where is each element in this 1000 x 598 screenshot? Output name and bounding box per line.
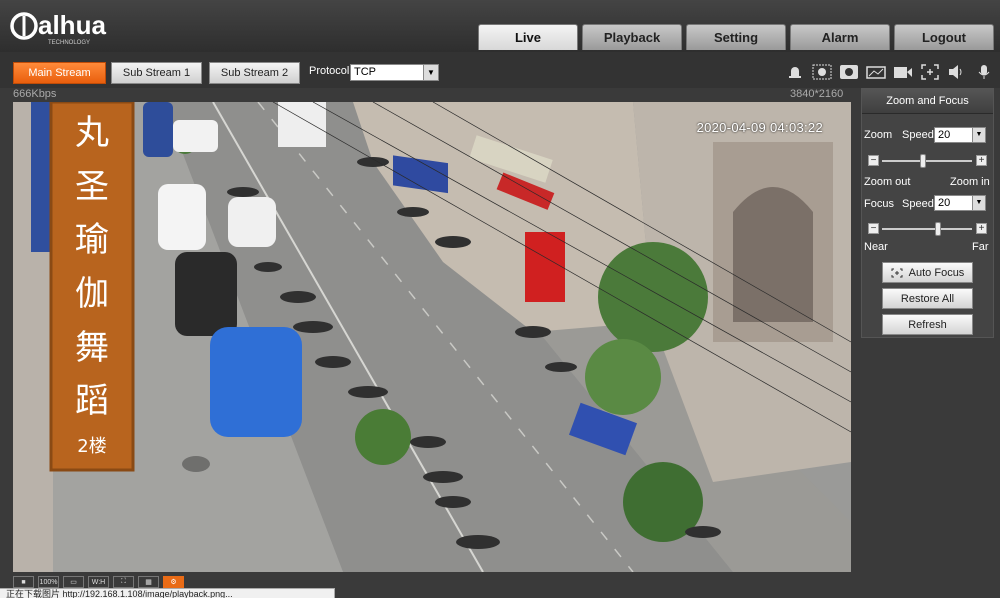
header: alhua TECHNOLOGY Live Playback Setting A… (0, 0, 1000, 52)
chevron-down-icon: ▼ (972, 128, 985, 142)
zoom-out-label: Zoom out (864, 176, 911, 188)
fit-screen-icon[interactable] (812, 63, 832, 81)
main-stream-button[interactable]: Main Stream (13, 62, 106, 84)
focus-speed-select[interactable]: 20 ▼ (934, 195, 986, 211)
zoom-speed-value: 20 (938, 129, 951, 141)
tab-logout[interactable]: Logout (894, 24, 994, 50)
camera-scene (13, 102, 851, 572)
split-icon[interactable]: ▦ (138, 576, 159, 588)
lock-icon[interactable]: ■ (13, 576, 34, 588)
browser-status-bar: 正在下载图片 http://192.168.1.108/image/playba… (0, 588, 335, 598)
zoom-slider-thumb[interactable] (919, 154, 926, 168)
settings-icon[interactable]: ⚙ (163, 576, 184, 588)
resolution-readout: 3840*2160 (790, 88, 844, 100)
snapshot-icon[interactable] (839, 63, 859, 81)
aspect-ratio-button[interactable]: W:H (88, 576, 109, 588)
panel-title: Zoom and Focus (862, 89, 993, 114)
focus-slider-track[interactable] (882, 228, 972, 230)
zoom-speed-label: Speed (902, 129, 934, 141)
sign-char: 丸 (75, 112, 109, 153)
sign-char: 伽 (75, 273, 109, 314)
bitrate-readout: 666Kbps (13, 88, 57, 100)
video-bottom-toolbar: ■ 100% ▭ W:H ⛶ ▦ ⚙ (13, 575, 184, 589)
zoom-in-label: Zoom in (950, 176, 990, 188)
digital-zoom-icon[interactable] (920, 63, 940, 81)
focus-near-button[interactable]: − (868, 223, 879, 234)
svg-text:alhua: alhua (38, 10, 106, 40)
restore-all-button[interactable]: Restore All (882, 288, 973, 309)
focus-label: Focus (864, 198, 894, 210)
tab-setting[interactable]: Setting (686, 24, 786, 50)
dahua-logo: alhua TECHNOLOGY (10, 10, 106, 46)
live-toolbar: Main Stream Sub Stream 1 Sub Stream 2 Pr… (0, 52, 1000, 88)
image-tool-icon[interactable] (866, 63, 886, 81)
near-label: Near (864, 241, 888, 253)
fullscreen-icon[interactable]: ⛶ (113, 576, 134, 588)
osd-timestamp: 2020-04-09 04:03:22 (696, 120, 823, 135)
focus-speed-value: 20 (938, 197, 951, 209)
protocol-label: Protocol (309, 65, 350, 77)
sign-char: 瑜 (75, 220, 109, 261)
shop-sign: 丸 圣 瑜 伽 舞 蹈 2楼 (51, 102, 133, 470)
protocol-value: TCP (354, 66, 376, 78)
sign-char: 圣 (75, 166, 109, 207)
svg-text:TECHNOLOGY: TECHNOLOGY (48, 40, 90, 46)
sub-stream-1-button[interactable]: Sub Stream 1 (111, 62, 202, 84)
zoom-speed-select[interactable]: 20 ▼ (934, 127, 986, 143)
sign-char: 蹈 (75, 381, 109, 422)
refresh-button[interactable]: Refresh (882, 314, 973, 335)
sign-char: 2楼 (77, 436, 107, 458)
chevron-down-icon: ▼ (423, 65, 438, 80)
tab-alarm[interactable]: Alarm (790, 24, 890, 50)
zoom-focus-panel: Zoom and Focus Zoom Speed 20 ▼ − + Zoom … (861, 88, 994, 338)
auto-focus-label: Auto Focus (908, 266, 965, 279)
sub-stream-2-button[interactable]: Sub Stream 2 (209, 62, 300, 84)
protocol-select[interactable]: TCP ▼ (350, 64, 439, 81)
focus-far-button[interactable]: + (976, 223, 987, 234)
auto-focus-icon (891, 268, 903, 277)
audio-icon[interactable] (947, 63, 967, 81)
alarm-light-icon[interactable] (785, 63, 805, 81)
zoom-slider-track[interactable] (882, 160, 972, 162)
original-scale-button[interactable]: 100% (38, 576, 59, 588)
microphone-icon[interactable] (974, 63, 994, 81)
zoom-out-button[interactable]: − (868, 155, 879, 166)
chevron-down-icon: ▼ (972, 196, 985, 210)
video-tools (785, 62, 994, 82)
fit-icon[interactable]: ▭ (63, 576, 84, 588)
record-icon[interactable] (893, 63, 913, 81)
tab-playback[interactable]: Playback (582, 24, 682, 50)
focus-speed-label: Speed (902, 198, 934, 210)
main-nav: Live Playback Setting Alarm Logout (478, 24, 994, 50)
tab-live[interactable]: Live (478, 24, 578, 50)
zoom-in-button[interactable]: + (976, 155, 987, 166)
zoom-label: Zoom (864, 129, 893, 141)
sign-char: 舞 (75, 327, 109, 368)
live-video[interactable]: 丸 圣 瑜 伽 舞 蹈 2楼 2020-04-09 04:03:22 (13, 102, 851, 572)
focus-slider-thumb[interactable] (934, 222, 941, 236)
auto-focus-button[interactable]: Auto Focus (882, 262, 973, 283)
far-label: Far (972, 241, 989, 253)
